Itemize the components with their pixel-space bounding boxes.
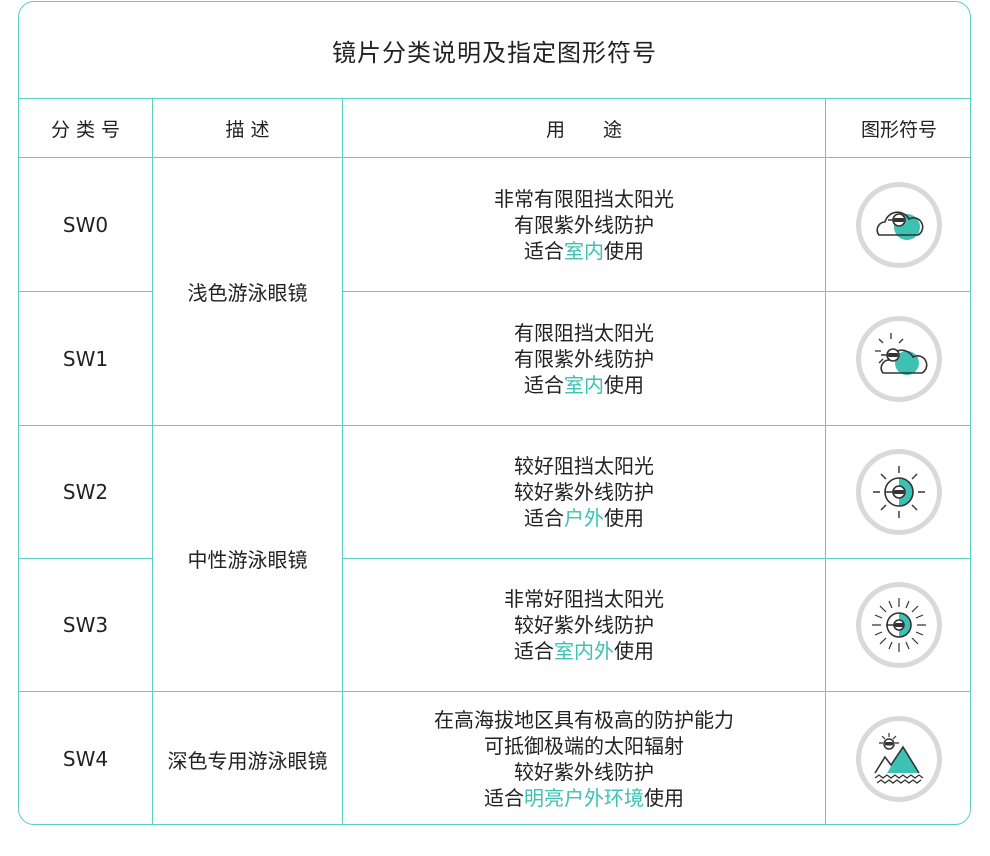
header-symbol: 图形符号: [860, 118, 937, 141]
symbol-sw4: [826, 692, 970, 824]
usage-line: 较好紫外线防护: [514, 760, 654, 784]
usage-line: 有限阻挡太阳光: [514, 320, 654, 345]
usage-line: 有限紫外线防护: [514, 346, 654, 371]
code-sw2: SW2: [62, 480, 109, 504]
usage-sw2: 较好阻挡太阳光 较好紫外线防护 适合户外使用: [343, 426, 825, 558]
usage-sw0: 非常有限阻挡太阳光 有限紫外线防护 适合室内使用: [343, 158, 825, 291]
usage-highlight: 户外: [564, 506, 604, 530]
usage-highlight: 室内: [564, 238, 604, 263]
symbol-sw3: [826, 559, 970, 691]
usage-suffix: 使用: [604, 372, 644, 397]
usage-prefix: 适合: [524, 372, 564, 397]
code-sw3: SW3: [62, 613, 109, 637]
usage-highlight: 明亮户外环境: [524, 786, 644, 810]
sun-goggle-icon: [856, 449, 942, 535]
code-sw0: SW0: [62, 212, 109, 237]
usage-line: 在高海拔地区具有极高的防护能力: [434, 708, 734, 732]
usage-line: 较好阻挡太阳光: [514, 454, 654, 478]
code-sw1: SW1: [62, 346, 109, 371]
header-category: 分 类 号: [50, 118, 121, 141]
usage-prefix: 适合: [484, 786, 524, 810]
usage-prefix: 适合: [524, 238, 564, 263]
description-dark: 深色专用游泳眼镜: [167, 748, 328, 773]
usage-line: 适合室内外使用: [514, 638, 654, 664]
description-light: 浅色游泳眼镜: [187, 281, 308, 305]
code-sw4: SW4: [62, 747, 109, 771]
usage-highlight: 室内: [564, 372, 604, 397]
usage-line: 适合明亮户外环境使用: [484, 785, 684, 811]
symbol-sw1: [826, 292, 970, 425]
usage-line: 可抵御极端的太阳辐射: [484, 734, 684, 758]
sun-cloud-goggle-icon: [856, 315, 942, 402]
cloud-goggle-icon: [856, 181, 942, 268]
usage-sw1: 有限阻挡太阳光 有限紫外线防护 适合室内使用: [343, 292, 825, 425]
usage-suffix: 使用: [604, 238, 644, 263]
usage-prefix: 适合: [514, 639, 554, 663]
usage-line: 适合户外使用: [524, 505, 644, 531]
usage-line: 非常好阻挡太阳光: [504, 587, 664, 611]
usage-highlight: 室内外: [554, 639, 614, 663]
bright-sun-goggle-icon: [856, 582, 942, 668]
header-usage: 用 途: [545, 118, 622, 141]
usage-line: 较好紫外线防护: [514, 480, 654, 504]
symbol-sw0: [826, 158, 970, 291]
usage-line: 适合室内使用: [524, 372, 644, 398]
description-medium: 中性游泳眼镜: [187, 548, 308, 572]
usage-suffix: 使用: [604, 506, 644, 530]
table-title: 镜片分类说明及指定图形符号: [332, 39, 657, 67]
usage-line: 较好紫外线防护: [514, 613, 654, 637]
usage-line: 适合室内使用: [524, 238, 644, 264]
usage-line: 有限紫外线防护: [514, 212, 654, 237]
usage-suffix: 使用: [644, 786, 684, 810]
usage-line: 非常有限阻挡太阳光: [494, 186, 674, 211]
header-description: 描 述: [225, 118, 270, 141]
usage-suffix: 使用: [614, 639, 654, 663]
classification-table: 镜片分类说明及指定图形符号 分 类 号 描 述 用 途 图形符号 SW0 SW1…: [18, 1, 971, 825]
usage-sw4: 在高海拔地区具有极高的防护能力 可抵御极端的太阳辐射 较好紫外线防护 适合明亮户…: [343, 692, 825, 824]
symbol-sw2: [826, 426, 970, 558]
usage-sw3: 非常好阻挡太阳光 较好紫外线防护 适合室内外使用: [343, 559, 825, 691]
usage-prefix: 适合: [524, 506, 564, 530]
mountain-sun-goggle-icon: [856, 716, 942, 802]
